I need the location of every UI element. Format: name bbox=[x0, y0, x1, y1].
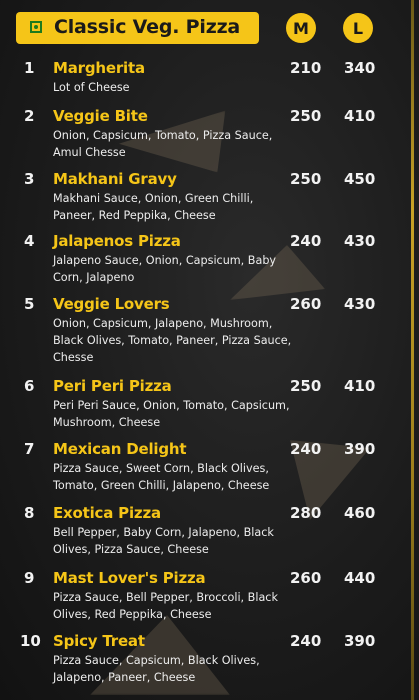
item-number: 5 bbox=[24, 295, 35, 313]
price-large: 340 bbox=[344, 59, 376, 77]
item-name: Veggie Bite bbox=[53, 107, 148, 125]
item-description: Jalapeno Sauce, Onion, Capsicum, Baby Co… bbox=[53, 254, 277, 284]
item-description: Onion, Capsicum, Jalapeno, Mushroom, Bla… bbox=[53, 317, 292, 364]
item-name: Spicy Treat bbox=[53, 632, 145, 650]
item-number: 2 bbox=[24, 107, 35, 125]
price-large: 440 bbox=[344, 569, 376, 587]
price-medium: 210 bbox=[290, 59, 322, 77]
item-description: Pizza Sauce, Capsicum, Black Olives, Jal… bbox=[53, 654, 260, 684]
item-name: Peri Peri Pizza bbox=[53, 377, 172, 395]
item-name: Margherita bbox=[53, 59, 145, 77]
price-large: 430 bbox=[344, 232, 376, 250]
item-number: 6 bbox=[24, 377, 35, 395]
price-large: 390 bbox=[344, 440, 376, 458]
item-name: Mast Lover's Pizza bbox=[53, 569, 206, 587]
item-name: Jalapenos Pizza bbox=[53, 232, 181, 250]
item-number: 10 bbox=[20, 632, 41, 650]
price-large: 410 bbox=[344, 377, 376, 395]
item-description: Pizza Sauce, Bell Pepper, Broccoli, Blac… bbox=[53, 591, 278, 621]
item-name: Makhani Gravy bbox=[53, 170, 177, 188]
price-medium: 240 bbox=[290, 232, 322, 250]
price-medium: 250 bbox=[290, 170, 322, 188]
price-medium: 250 bbox=[290, 107, 322, 125]
price-medium: 250 bbox=[290, 377, 322, 395]
price-medium: 260 bbox=[290, 569, 322, 587]
price-medium: 260 bbox=[290, 295, 322, 313]
price-medium: 280 bbox=[290, 504, 322, 522]
gold-border-rule bbox=[411, 0, 414, 700]
size-medium-badge: M bbox=[286, 13, 316, 43]
item-description: Makhani Sauce, Onion, Green Chilli, Pane… bbox=[53, 192, 254, 222]
item-number: 7 bbox=[24, 440, 35, 458]
item-description: Peri Peri Sauce, Onion, Tomato, Capsicum… bbox=[53, 399, 290, 429]
item-description: Lot of Cheese bbox=[53, 81, 130, 94]
menu-page: Classic Veg. Pizza M L 1 Margherita 210 … bbox=[0, 0, 419, 700]
price-medium: 240 bbox=[290, 632, 322, 650]
item-name: Mexican Delight bbox=[53, 440, 187, 458]
item-description: Pizza Sauce, Sweet Corn, Black Olives, T… bbox=[53, 462, 270, 492]
price-large: 450 bbox=[344, 170, 376, 188]
price-medium: 240 bbox=[290, 440, 322, 458]
item-number: 3 bbox=[24, 170, 35, 188]
price-large: 410 bbox=[344, 107, 376, 125]
item-description: Onion, Capsicum, Tomato, Pizza Sauce, Am… bbox=[53, 129, 273, 159]
price-large: 430 bbox=[344, 295, 376, 313]
item-number: 9 bbox=[24, 569, 35, 587]
price-large: 460 bbox=[344, 504, 376, 522]
item-number: 4 bbox=[24, 232, 35, 250]
item-number: 8 bbox=[24, 504, 35, 522]
section-header: Classic Veg. Pizza bbox=[16, 12, 259, 44]
item-description: Bell Pepper, Baby Corn, Jalapeno, Black … bbox=[53, 526, 274, 556]
item-number: 1 bbox=[24, 59, 35, 77]
item-name: Veggie Lovers bbox=[53, 295, 170, 313]
size-large-badge: L bbox=[343, 13, 373, 43]
item-name: Exotica Pizza bbox=[53, 504, 161, 522]
section-title: Classic Veg. Pizza bbox=[54, 16, 241, 38]
veg-symbol-icon bbox=[30, 21, 42, 33]
price-large: 390 bbox=[344, 632, 376, 650]
